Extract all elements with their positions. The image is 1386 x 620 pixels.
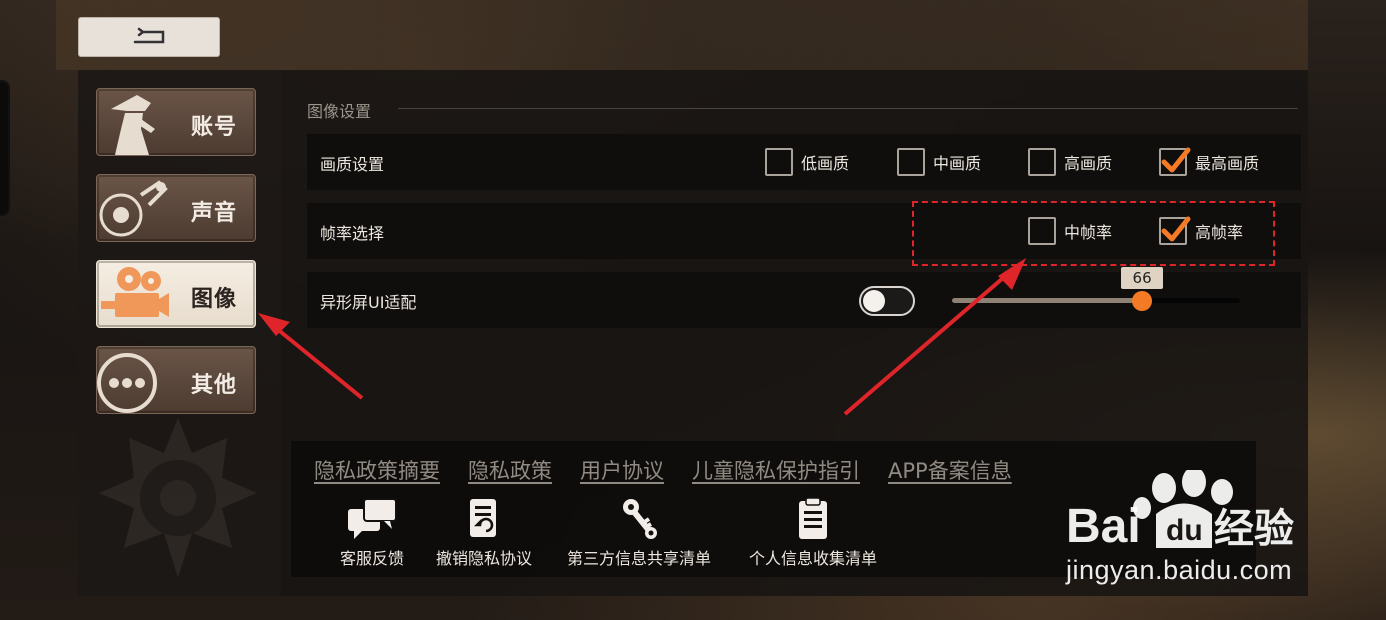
toggle-knob <box>863 290 885 312</box>
option-label: 高画质 <box>1064 154 1113 173</box>
revoke-document-icon <box>470 499 496 537</box>
link-user-agreement[interactable]: 用户协议 <box>580 455 664 485</box>
top-backdrop <box>56 0 1308 70</box>
checkbox-checked[interactable] <box>1159 147 1191 176</box>
tool-label: 第三方信息共享清单 <box>567 549 712 568</box>
link-child-privacy[interactable]: 儿童隐私保护指引 <box>692 455 860 485</box>
sidebar-item-label: 账号 <box>190 115 237 140</box>
key-icon <box>623 499 657 539</box>
quality-row: 画质设置 低画质 中画质 高画质 最高画质 <box>307 134 1301 190</box>
sidebar-item-image[interactable]: 图像 <box>96 260 256 328</box>
svg-text:du: du <box>1166 514 1203 547</box>
sidebar-item-label: 其他 <box>190 373 237 398</box>
checkbox[interactable] <box>765 148 793 176</box>
film-camera-icon <box>101 267 169 317</box>
quality-label: 画质设置 <box>320 155 385 174</box>
sidebar-item-label: 图像 <box>190 287 237 312</box>
svg-text:经验: 经验 <box>1214 507 1294 551</box>
sidebar-item-other[interactable]: 其他 <box>96 346 256 414</box>
link-app-filing[interactable]: APP备案信息 <box>888 455 1012 485</box>
clipboard-icon <box>799 497 827 539</box>
option-label: 最高画质 <box>1195 154 1260 173</box>
checkbox[interactable] <box>897 148 925 176</box>
section-divider <box>398 108 1298 109</box>
quality-option-high[interactable]: 高画质 <box>1028 147 1112 177</box>
quality-option-medium[interactable]: 中画质 <box>897 147 981 177</box>
notch-slider-value: 66 <box>1121 267 1164 289</box>
checkmark-icon <box>1161 147 1191 173</box>
option-label: 低画质 <box>801 154 850 173</box>
policy-links: 隐私政策摘要 隐私政策 用户协议 儿童隐私保护指引 APP备案信息 <box>314 455 1012 485</box>
sidebar-item-account[interactable]: 账号 <box>96 88 256 156</box>
framerate-highlight-box <box>912 201 1275 266</box>
tool-customer-feedback[interactable]: 客服反馈 <box>340 497 404 569</box>
tool-label: 撤销隐私协议 <box>436 549 533 568</box>
framerate-label: 帧率选择 <box>320 224 385 243</box>
sidebar-item-label: 声音 <box>190 201 237 226</box>
tool-label: 个人信息收集清单 <box>749 549 878 568</box>
link-privacy-summary[interactable]: 隐私政策摘要 <box>314 455 440 485</box>
tool-personal-info-list[interactable]: 个人信息收集清单 <box>749 497 877 569</box>
more-icon <box>97 353 157 413</box>
svg-text:Bai: Bai <box>1066 500 1141 553</box>
notch-slider-fill <box>952 298 1143 303</box>
quality-option-low[interactable]: 低画质 <box>765 147 849 177</box>
gear-emblem-icon <box>99 418 257 578</box>
back-arrow-icon <box>133 27 165 44</box>
tool-third-party-sharing[interactable]: 第三方信息共享清单 <box>567 497 711 569</box>
notch-slider-thumb[interactable] <box>1132 291 1153 311</box>
screen-edge <box>0 80 10 216</box>
option-label: 中画质 <box>933 154 982 173</box>
record-player-icon <box>99 180 168 237</box>
quality-option-highest[interactable]: 最高画质 <box>1159 147 1259 177</box>
chat-bubbles-icon <box>348 498 397 539</box>
checkbox[interactable] <box>1028 148 1056 176</box>
sidebar-item-sound[interactable]: 声音 <box>96 174 256 242</box>
notch-label: 异形屏UI适配 <box>320 293 417 312</box>
section-title: 图像设置 <box>307 102 372 121</box>
tool-revoke-privacy[interactable]: 撤销隐私协议 <box>436 497 532 569</box>
back-button[interactable] <box>78 17 220 57</box>
notch-toggle[interactable] <box>859 286 915 316</box>
watermark-url: jingyan.baidu.com <box>1066 555 1293 585</box>
detective-icon <box>111 95 155 155</box>
link-privacy-policy[interactable]: 隐私政策 <box>468 455 552 485</box>
tool-label: 客服反馈 <box>340 549 405 568</box>
